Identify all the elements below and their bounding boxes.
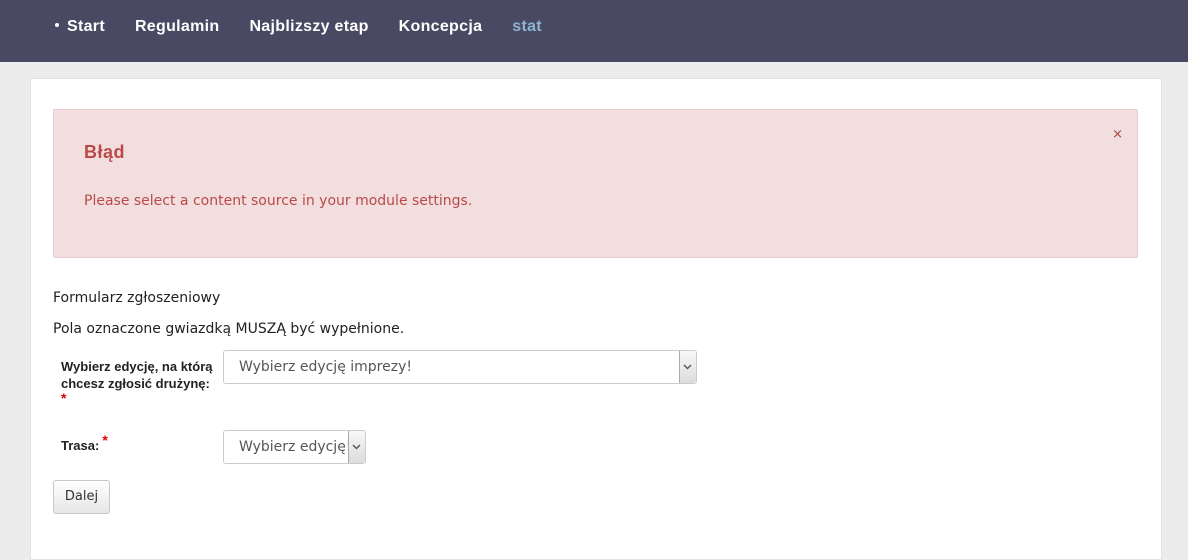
nav-item-koncepcja[interactable]: Koncepcja — [399, 18, 483, 36]
edition-field-label: Wybierz edycję, na którą chcesz zgłosić … — [61, 358, 213, 406]
alert-heading: Błąd — [84, 142, 126, 162]
edition-select-value: Wybierz edycję imprezy! — [239, 359, 412, 375]
content-card: Błąd Please select a content source in y… — [30, 78, 1162, 560]
route-select[interactable]: Wybierz edycję! — [223, 430, 366, 464]
close-icon[interactable]: × — [1112, 128, 1123, 141]
nav-item-regulamin[interactable]: Regulamin — [135, 18, 220, 36]
next-button[interactable]: Dalej — [53, 480, 110, 514]
required-asterisk: * — [102, 432, 108, 448]
edition-label-line2: chcesz zgłosić drużynę: — [61, 376, 210, 391]
alert-message: Please select a content source in your m… — [84, 193, 473, 209]
nav-menu: Start Regulamin Najblizszy etap Koncepcj… — [55, 18, 572, 36]
bullet-icon — [55, 22, 59, 27]
required-fields-note: Pola oznaczone gwiazdką MUSZĄ być wypełn… — [53, 321, 405, 337]
top-navigation-bar: Start Regulamin Najblizszy etap Koncepcj… — [0, 0, 1188, 62]
route-field-label: Trasa: * — [61, 432, 108, 454]
nav-item-label: Start — [67, 18, 105, 35]
route-select-value: Wybierz edycję! — [239, 439, 352, 455]
edition-select[interactable]: Wybierz edycję imprezy! — [223, 350, 697, 384]
nav-item-start[interactable]: Start — [55, 18, 105, 36]
route-label-text: Trasa: — [61, 438, 100, 453]
required-asterisk: * — [61, 390, 67, 406]
edition-label-line1: Wybierz edycję, na którą — [61, 359, 213, 374]
nav-item-najblizszy-etap[interactable]: Najblizszy etap — [249, 18, 368, 36]
chevron-down-icon[interactable] — [348, 431, 365, 463]
chevron-down-icon[interactable] — [679, 351, 696, 383]
error-alert: Błąd Please select a content source in y… — [53, 109, 1138, 258]
nav-item-stat[interactable]: stat — [512, 18, 542, 36]
form-title: Formularz zgłoszeniowy — [53, 290, 221, 306]
